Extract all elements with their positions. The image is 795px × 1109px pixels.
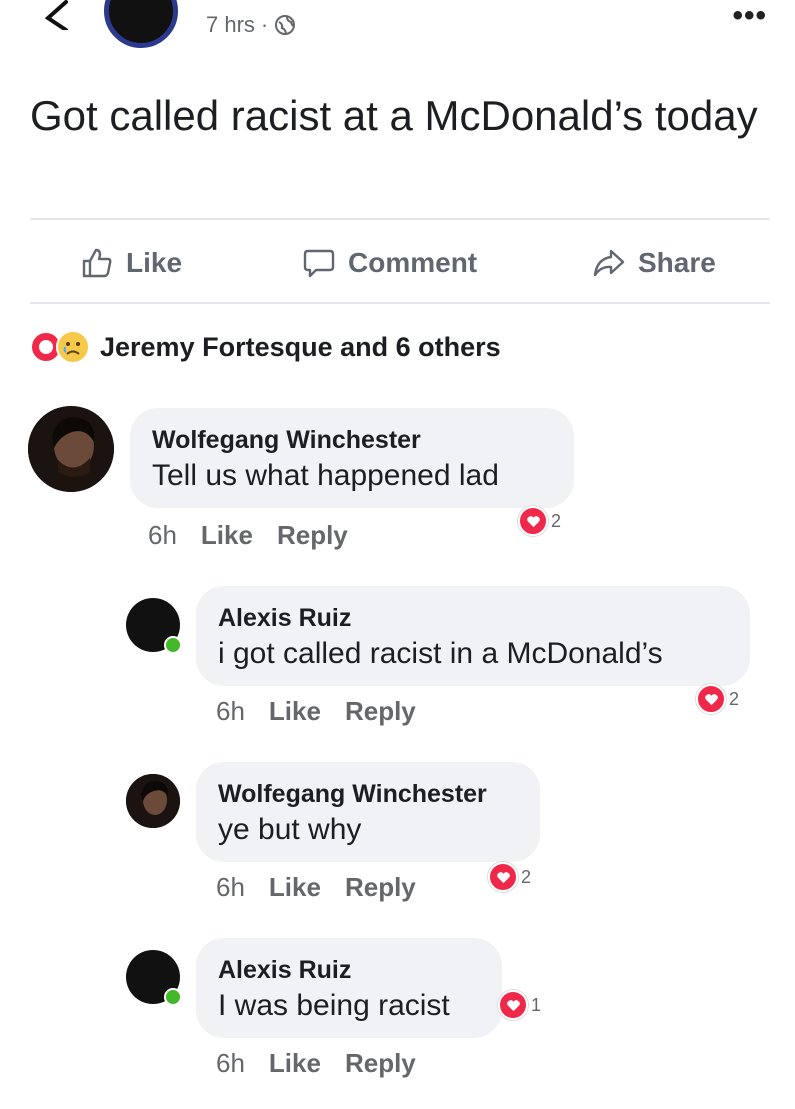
comment-meta: 6h Like Reply xyxy=(148,520,348,551)
online-status-icon xyxy=(164,636,182,654)
reply-avatar[interactable] xyxy=(126,774,180,828)
reply-text: i got called racist in a McDonald’s xyxy=(218,637,663,670)
post-time: 7 hrs xyxy=(206,12,255,37)
reply-bubble: Wolfegang Winchester ye but why xyxy=(196,762,540,862)
poster-avatar[interactable] xyxy=(104,0,178,48)
heart-icon xyxy=(488,862,518,892)
profile-photo-icon xyxy=(126,774,180,828)
reactions-summary[interactable]: Jeremy Fortesque and 6 others xyxy=(30,330,501,364)
comment-like-button[interactable]: Like xyxy=(201,520,253,551)
reply-meta: 6h Like Reply xyxy=(216,872,416,903)
share-button[interactable]: Share xyxy=(592,246,716,280)
reply-reply-button[interactable]: Reply xyxy=(345,1048,416,1079)
reply-bubble: Alexis Ruiz I was being racist xyxy=(196,938,502,1038)
reactions-label: Jeremy Fortesque and 6 others xyxy=(100,331,501,362)
more-options-icon[interactable]: ••• xyxy=(732,1,767,31)
comment-text: Tell us what happened lad xyxy=(152,459,499,492)
reply-time: 6h xyxy=(216,872,245,902)
back-arrow-icon[interactable] xyxy=(30,0,76,30)
divider-top xyxy=(30,218,770,220)
meta-separator: · xyxy=(260,12,269,37)
reaction-count: 2 xyxy=(521,866,532,887)
post-text: Got called racist at a McDonald’s today xyxy=(30,92,758,139)
like-button[interactable]: Like xyxy=(80,246,182,280)
reply-like-button[interactable]: Like xyxy=(269,696,321,727)
reaction-count: 1 xyxy=(531,994,542,1015)
commenter-avatar[interactable] xyxy=(28,406,114,492)
reaction-count: 2 xyxy=(729,688,740,709)
heart-icon xyxy=(518,506,548,536)
like-label: Like xyxy=(126,247,183,278)
online-status-icon xyxy=(164,988,182,1006)
comment-button[interactable]: Comment xyxy=(302,246,477,280)
reply-meta: 6h Like Reply xyxy=(216,1048,416,1079)
divider-bottom xyxy=(30,302,770,304)
share-label: Share xyxy=(638,247,716,278)
profile-photo-icon xyxy=(28,406,114,492)
comment-author[interactable]: Wolfegang Winchester xyxy=(152,424,552,456)
comment-reaction-count[interactable]: 2 xyxy=(518,506,561,536)
thumbs-up-icon xyxy=(82,248,112,278)
globe-icon xyxy=(275,15,296,35)
reaction-count: 2 xyxy=(551,510,562,531)
post-timestamp: 7 hrs · xyxy=(206,12,296,38)
reply-bubble: Alexis Ruiz i got called racist in a McD… xyxy=(196,586,750,686)
reply-reaction-count[interactable]: 1 xyxy=(498,990,541,1020)
reply-reaction-count[interactable]: 2 xyxy=(696,684,739,714)
reply-text: I was being racist xyxy=(218,989,450,1022)
comment-time: 6h xyxy=(148,520,177,550)
reply-reaction-count[interactable]: 2 xyxy=(488,862,531,892)
reply-time: 6h xyxy=(216,696,245,726)
reply-author[interactable]: Alexis Ruiz xyxy=(218,602,728,634)
comment-label: Comment xyxy=(348,247,478,278)
share-icon xyxy=(593,249,625,277)
reply-reply-button[interactable]: Reply xyxy=(345,696,416,727)
reply-time: 6h xyxy=(216,1048,245,1078)
comment-reply-button[interactable]: Reply xyxy=(277,520,348,551)
comment-bubble: Wolfegang Winchester Tell us what happen… xyxy=(130,408,574,508)
heart-icon xyxy=(498,990,528,1020)
reply-author[interactable]: Alexis Ruiz xyxy=(218,954,480,986)
reply-reply-button[interactable]: Reply xyxy=(345,872,416,903)
reply-like-button[interactable]: Like xyxy=(269,872,321,903)
sad-reaction-icon xyxy=(56,330,90,364)
heart-icon xyxy=(696,684,726,714)
comment-icon xyxy=(303,249,335,278)
reply-meta: 6h Like Reply xyxy=(216,696,416,727)
reply-text: ye but why xyxy=(218,813,362,846)
reply-like-button[interactable]: Like xyxy=(269,1048,321,1079)
reply-author[interactable]: Wolfegang Winchester xyxy=(218,778,518,810)
